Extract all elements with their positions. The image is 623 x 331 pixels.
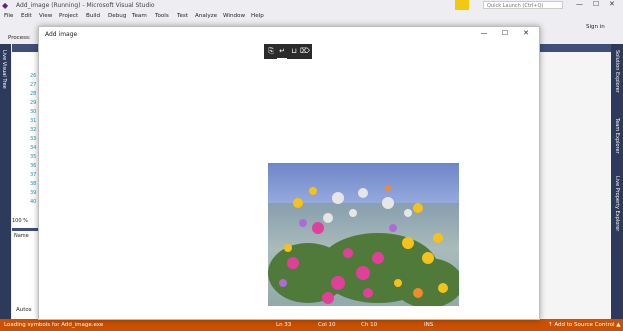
ink-toolbar: ⎘ ↵ ⊔ ⌦	[264, 44, 312, 59]
live-property-explorer-tab[interactable]: Live Property Explorer	[614, 176, 620, 231]
menu-bar: File Edit View Project Build Debug Team …	[0, 11, 623, 22]
autos-tab[interactable]: Autos	[16, 307, 32, 313]
status-insert-mode: INS	[424, 322, 434, 328]
status-char: Ch 10	[361, 322, 378, 328]
pencil-icon[interactable]: ↵	[277, 46, 287, 57]
line-number: 38	[30, 181, 37, 187]
line-number: 31	[30, 118, 37, 124]
visual-studio-logo-icon: ◆	[2, 1, 9, 10]
line-number: 27	[30, 82, 37, 88]
selected-tool-indicator	[277, 58, 287, 59]
menu-window[interactable]: Window	[223, 13, 245, 19]
window-title: Add_image (Running) - Microsoft Visual S…	[16, 2, 155, 9]
status-message: Loading symbols for Add_image.exe	[4, 322, 104, 328]
quick-launch-input[interactable]: Quick Launch (Ctrl+Q)	[483, 1, 563, 9]
line-number: 32	[30, 127, 37, 133]
menu-build[interactable]: Build	[86, 13, 100, 19]
eraser-icon[interactable]: ⌦	[300, 46, 310, 57]
solution-explorer-tab[interactable]: Solution Explorer	[614, 50, 620, 93]
menu-tools[interactable]: Tools	[155, 13, 169, 19]
flower-bouquet-image	[268, 163, 459, 306]
menu-debug[interactable]: Debug	[108, 13, 126, 19]
status-column: Col 10	[318, 322, 336, 328]
line-number: 36	[30, 163, 37, 169]
sign-in-link[interactable]: Sign in	[586, 24, 605, 30]
vs-title-bar: ◆ Add_image (Running) - Microsoft Visual…	[0, 0, 623, 11]
line-number: 26	[30, 73, 37, 79]
team-explorer-tab[interactable]: Team Explorer	[614, 118, 620, 154]
menu-analyze[interactable]: Analyze	[195, 13, 217, 19]
menu-view[interactable]: View	[39, 13, 52, 19]
menu-edit[interactable]: Edit	[21, 13, 32, 19]
maximize-button[interactable]: ☐	[593, 0, 599, 8]
properties-pane	[537, 44, 611, 319]
ballpoint-pen-icon[interactable]: ⎘	[266, 46, 276, 57]
add-to-source-control-button[interactable]: ↑ Add to Source Control ▲	[548, 322, 621, 328]
dialog-minimize-button[interactable]: —	[477, 29, 491, 37]
add-image-window: Add image — ☐ ✕ ⎘ ↵ ⊔ ⌦	[38, 26, 540, 320]
menu-help[interactable]: Help	[251, 13, 264, 19]
left-tool-strip: Live Visual Tree	[0, 44, 11, 319]
close-button[interactable]: ✕	[609, 0, 615, 8]
line-number: 29	[30, 100, 37, 106]
line-number: 37	[30, 172, 37, 178]
right-tool-strip: Solution Explorer Team Explorer Live Pro…	[611, 44, 623, 319]
minimize-button[interactable]: —	[576, 0, 583, 8]
properties-pane-header	[537, 44, 611, 52]
line-number: 39	[30, 190, 37, 196]
autos-name-header: Name	[14, 233, 29, 239]
line-number: 34	[30, 145, 37, 151]
process-label: Process:	[8, 35, 31, 41]
menu-project[interactable]: Project	[59, 13, 78, 19]
menu-team[interactable]: Team	[132, 13, 147, 19]
menu-file[interactable]: File	[4, 13, 13, 19]
line-number: 33	[30, 136, 37, 142]
feedback-flag-icon[interactable]	[455, 0, 469, 10]
line-number: 35	[30, 154, 37, 160]
dialog-maximize-button[interactable]: ☐	[498, 29, 512, 37]
menu-test[interactable]: Test	[177, 13, 188, 19]
zoom-level[interactable]: 100 %	[12, 218, 28, 224]
status-bar: Loading symbols for Add_image.exe Ln 33 …	[0, 319, 623, 331]
live-visual-tree-tab[interactable]: Live Visual Tree	[1, 50, 7, 89]
line-number: 28	[30, 91, 37, 97]
dialog-close-button[interactable]: ✕	[519, 29, 533, 37]
dialog-title: Add image	[45, 31, 78, 38]
line-number: 40	[30, 199, 37, 205]
status-line: Ln 33	[276, 322, 292, 328]
line-number: 30	[30, 109, 37, 115]
highlighter-icon[interactable]: ⊔	[289, 46, 299, 57]
